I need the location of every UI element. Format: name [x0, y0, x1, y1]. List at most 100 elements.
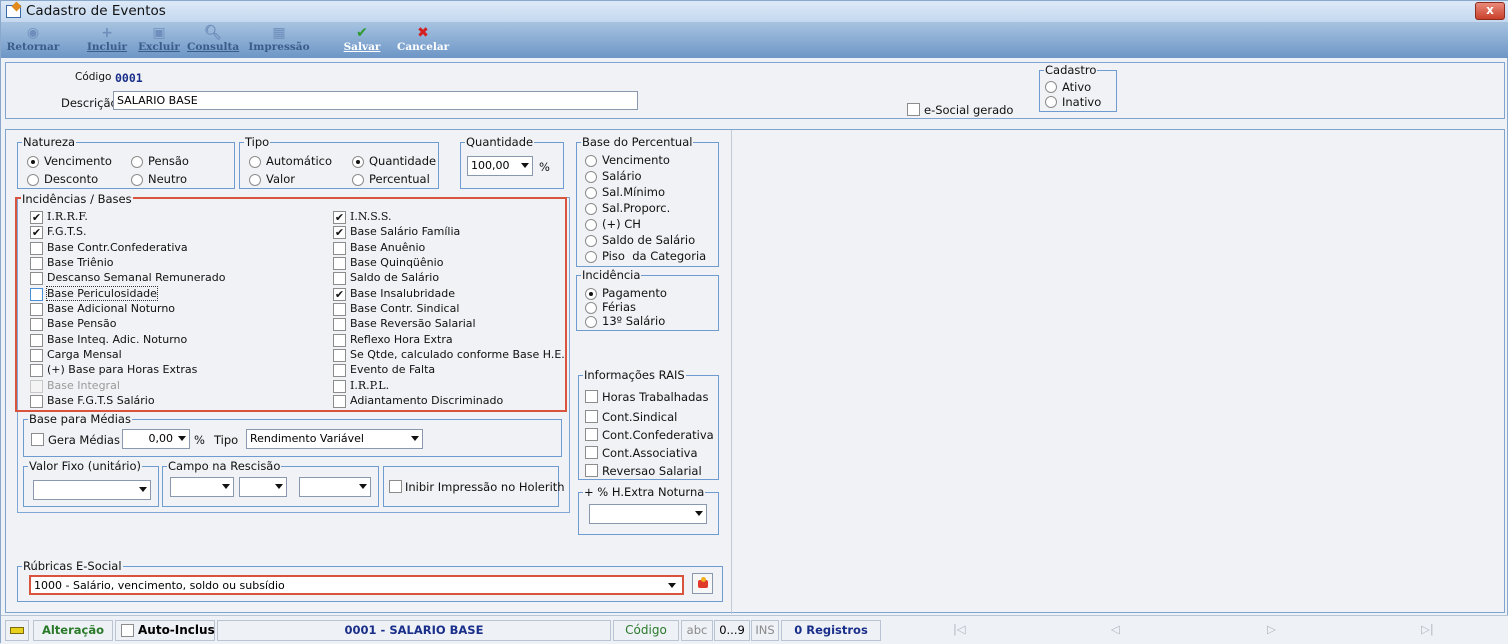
rais-sindical-checkbox[interactable] [585, 410, 598, 423]
rais-confederativa-checkbox[interactable] [585, 428, 598, 441]
base-ch-radio[interactable] [585, 219, 597, 231]
tipo-valor-radio[interactable] [249, 174, 261, 186]
incidencia-right-10-label: Evento de Falta [350, 363, 436, 376]
tipo-quantidade-radio[interactable] [352, 156, 364, 168]
incidencia-left-0-checkbox[interactable]: ✔ [30, 211, 43, 224]
status-bar: Alteração Auto-Inclus 0001 - SALARIO BAS… [1, 615, 1508, 644]
incidencia-right-12-checkbox[interactable] [333, 395, 346, 408]
rubricas-select[interactable]: 1000 - Salário, vencimento, soldo ou sub… [29, 575, 684, 595]
incidencia-left-2-checkbox[interactable] [30, 242, 43, 255]
incidencia-right-3-checkbox[interactable] [333, 257, 346, 270]
quantidade-field[interactable]: 100,00 [467, 156, 533, 176]
incidencia-left-6-checkbox[interactable] [30, 303, 43, 316]
incidencia-right-0-checkbox[interactable]: ✔ [333, 211, 346, 224]
rais-reversao-checkbox[interactable] [585, 464, 598, 477]
valor-fixo-select[interactable] [33, 480, 151, 500]
quantidade-title: Quantidade [465, 135, 535, 149]
base-piso-label: Piso da Categoria [602, 249, 707, 263]
incidencia-right-11-checkbox[interactable] [333, 380, 346, 393]
natureza-pensao-radio[interactable] [131, 156, 143, 168]
rais-associativa-checkbox[interactable] [585, 446, 598, 459]
first-record-button[interactable]: |◁ [953, 620, 966, 639]
incidencia-right-2-checkbox[interactable] [333, 242, 346, 255]
prev-record-button[interactable]: ◁ [1111, 620, 1120, 639]
rubricas-lookup-button[interactable] [692, 573, 713, 594]
excluir-button[interactable]: ▣ Excluir [138, 25, 180, 53]
incidencia-right-7-label: Base Reversão Salarial [350, 317, 476, 330]
gera-medias-label: Gera Médias [48, 433, 120, 447]
incidencia-right-6-checkbox[interactable] [333, 303, 346, 316]
incidencia-left-10-checkbox[interactable] [30, 364, 43, 377]
base-salproporc-radio[interactable] [585, 203, 597, 215]
last-record-button[interactable]: ▷| [1421, 620, 1434, 639]
inativo-radio[interactable] [1045, 96, 1057, 108]
incidencia-left-1-checkbox[interactable]: ✔ [30, 226, 43, 239]
base-vencimento-radio[interactable] [585, 155, 597, 167]
tipo-automatico-radio[interactable] [249, 156, 261, 168]
base-medias-group: Base para Médias Gera Médias 0,00 % Tipo… [23, 412, 562, 457]
rescisao-select-1[interactable] [170, 477, 234, 497]
base-salminimo-radio[interactable] [585, 187, 597, 199]
tipo-percentual-radio[interactable] [352, 174, 364, 186]
consulta-button[interactable]: 🔍︎ Consulta [187, 25, 239, 53]
gera-medias-field[interactable]: 0,00 [122, 429, 190, 449]
incidencia-right-7-checkbox[interactable] [333, 318, 346, 331]
incidencia-right-2-label: Base Anuênio [350, 241, 426, 254]
base-saldo-radio[interactable] [585, 235, 597, 247]
natureza-vencimento-label: Vencimento [44, 154, 112, 168]
incidencia-right-10-checkbox[interactable] [333, 364, 346, 377]
incidencia-right-4-label: Saldo de Salário [350, 271, 440, 284]
incidencia-right-9-checkbox[interactable] [333, 349, 346, 362]
incidencia-left-12-checkbox[interactable] [30, 395, 43, 408]
hextra-group: + % H.Extra Noturna [578, 485, 719, 535]
esocial-checkbox[interactable] [907, 103, 920, 116]
rubricas-title: Rúbricas E-Social [22, 559, 123, 573]
tipo-title: Tipo [244, 135, 271, 149]
cancelar-button[interactable]: ✖ Cancelar [397, 25, 449, 53]
incidencia-left-8-label: Base Inteq. Adic. Noturno [47, 333, 188, 346]
gera-medias-checkbox[interactable] [31, 433, 44, 446]
incidencia-left-3-checkbox[interactable] [30, 257, 43, 270]
descricao-field[interactable]: SALARIO BASE [113, 91, 638, 110]
rais-horas-label: Horas Trabalhadas [602, 390, 709, 404]
incidencia-pagamento-radio[interactable] [585, 288, 597, 300]
incidencia-left-5-label: Base Periculosidade [46, 286, 158, 301]
auto-inclus-toggle[interactable]: Auto-Inclus [115, 620, 215, 641]
hextra-select[interactable] [589, 504, 707, 524]
auto-inclus-checkbox[interactable] [121, 624, 134, 637]
salvar-button[interactable]: ✔ Salvar [342, 25, 382, 53]
incidencia-left-8-checkbox[interactable] [30, 334, 43, 347]
close-button[interactable]: x [1475, 2, 1505, 20]
ativo-radio[interactable] [1045, 81, 1057, 93]
rescisao-select-2[interactable] [239, 477, 287, 497]
natureza-vencimento-radio[interactable] [27, 156, 39, 168]
rescisao-select-3[interactable] [299, 477, 371, 497]
incidencia-left-4-checkbox[interactable] [30, 272, 43, 285]
incidencia-left-11-checkbox[interactable] [30, 380, 43, 393]
incidencia-right-1-checkbox[interactable]: ✔ [333, 226, 346, 239]
incidencia-right-5-checkbox[interactable]: ✔ [333, 288, 346, 301]
rais-horas-checkbox[interactable] [585, 390, 598, 403]
incidencia-right-4-checkbox[interactable] [333, 272, 346, 285]
medias-tipo-select[interactable]: Rendimento Variável [246, 429, 423, 449]
incidencia-ferias-radio[interactable] [585, 302, 597, 314]
incluir-button[interactable]: + Incluir [85, 25, 129, 53]
inibir-checkbox[interactable] [389, 480, 402, 493]
medias-unit: % [194, 433, 205, 447]
rais-group: Informações RAIS Horas Trabalhadas Cont.… [578, 368, 719, 480]
natureza-neutro-radio[interactable] [131, 174, 143, 186]
natureza-desconto-radio[interactable] [27, 174, 39, 186]
base-piso-radio[interactable] [585, 251, 597, 263]
incidencia-left-5-checkbox[interactable] [30, 288, 43, 301]
incidencia-left-9-checkbox[interactable] [30, 349, 43, 362]
impressao-button[interactable]: ▦ Impressão [248, 25, 310, 53]
incidencia-13-radio[interactable] [585, 316, 597, 328]
incidencia-left-7-checkbox[interactable] [30, 318, 43, 331]
incidencia-right-12-label: Adiantamento Discriminado [350, 394, 504, 407]
retornar-button[interactable]: ◉ Retornar [4, 25, 62, 53]
base-salario-radio[interactable] [585, 171, 597, 183]
incidencia-right-1-label: Base Salário Família [350, 225, 461, 238]
incidencia-right-8-checkbox[interactable] [333, 334, 346, 347]
incidencia-title: Incidência [581, 268, 642, 282]
next-record-button[interactable]: ▷ [1267, 620, 1276, 639]
